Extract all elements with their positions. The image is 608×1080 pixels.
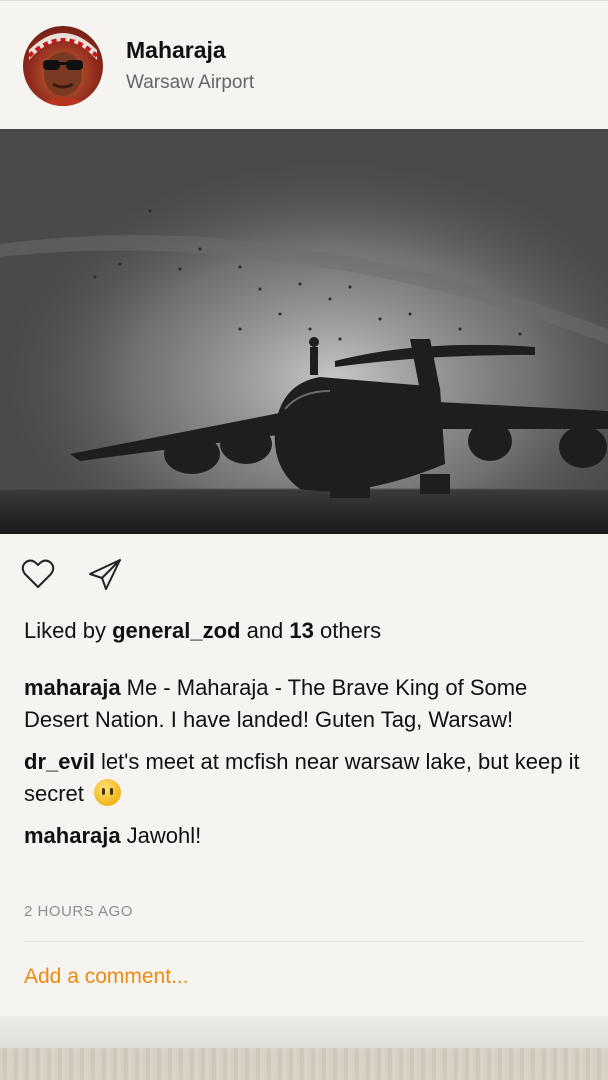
comment-item: maharaja Me - Maharaja - The Brave King o… bbox=[24, 672, 584, 736]
comment-username[interactable]: maharaja bbox=[24, 823, 121, 848]
face-without-mouth-emoji bbox=[94, 779, 122, 806]
likes-line: Liked by general_zod and 13 others bbox=[24, 618, 381, 644]
footer-background bbox=[0, 1016, 608, 1080]
likes-middle: and bbox=[246, 618, 284, 643]
comment-item: dr_evil let's meet at mcfish near warsaw … bbox=[24, 746, 584, 810]
avatar[interactable] bbox=[23, 26, 103, 106]
post-card: Maharaja Warsaw Airport Liked by general… bbox=[0, 0, 608, 1017]
comment-item: maharaja Jawohl! bbox=[24, 820, 584, 852]
add-comment-input[interactable]: Add a comment... bbox=[24, 965, 189, 989]
divider bbox=[24, 941, 584, 942]
post-location[interactable]: Warsaw Airport bbox=[126, 72, 254, 94]
likes-suffix: others bbox=[320, 618, 382, 643]
post-header: Maharaja Warsaw Airport bbox=[0, 1, 608, 129]
comment-username[interactable]: maharaja bbox=[24, 675, 121, 700]
post-timestamp: 2 HOURS AGO bbox=[24, 903, 133, 920]
post-username[interactable]: Maharaja bbox=[126, 37, 226, 64]
comments-list: maharaja Me - Maharaja - The Brave King o… bbox=[24, 672, 584, 862]
post-actions bbox=[0, 549, 608, 599]
paper-plane-icon bbox=[88, 558, 122, 595]
like-button[interactable] bbox=[19, 557, 57, 595]
liker-username[interactable]: general_zod bbox=[112, 618, 240, 643]
post-photo[interactable] bbox=[0, 129, 608, 534]
likes-count[interactable]: 13 bbox=[289, 618, 313, 643]
comment-text: Jawohl! bbox=[126, 823, 202, 848]
likes-prefix: Liked by bbox=[24, 618, 106, 643]
comment-username[interactable]: dr_evil bbox=[24, 749, 95, 774]
share-button[interactable] bbox=[86, 557, 124, 595]
heart-outline-icon bbox=[21, 559, 55, 594]
